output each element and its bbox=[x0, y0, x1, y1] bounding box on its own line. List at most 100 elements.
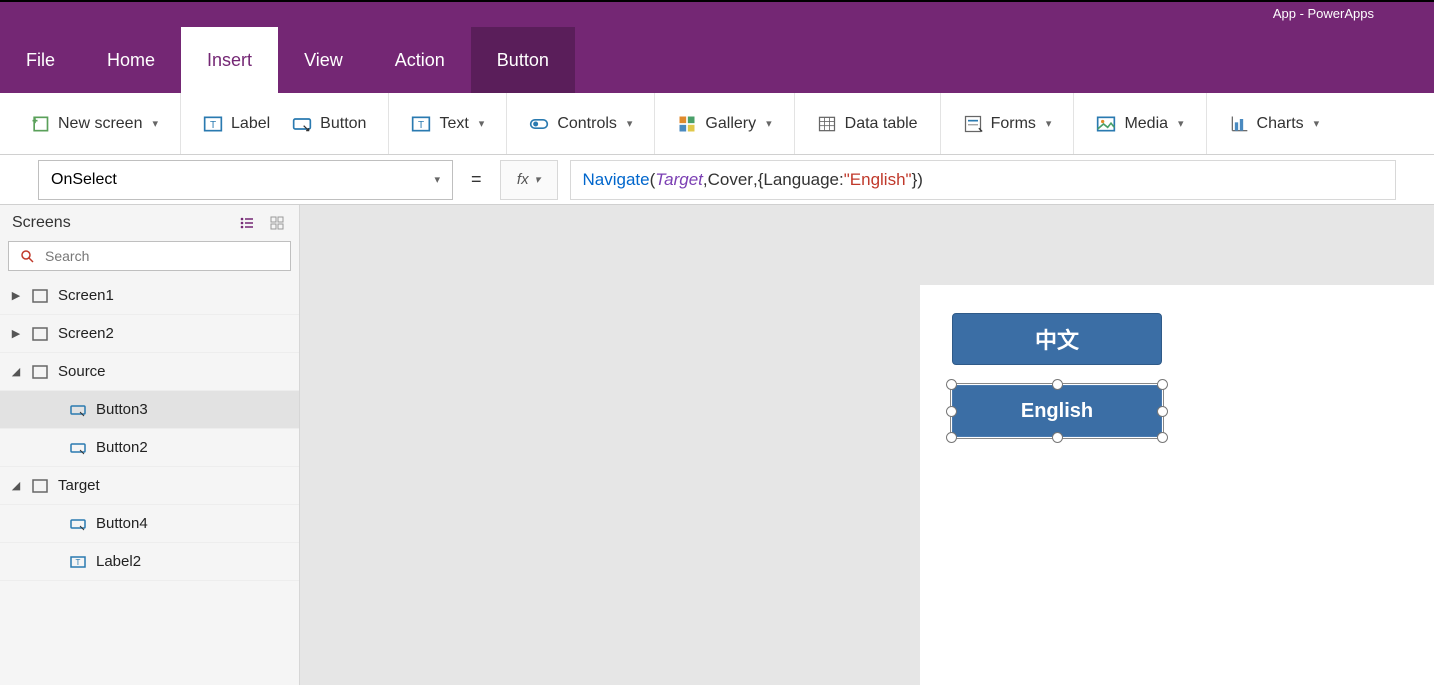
formula-input[interactable]: Navigate(Target,Cover,{Language:"English… bbox=[570, 160, 1396, 200]
canvas-button-chinese[interactable]: 中文 bbox=[952, 313, 1162, 365]
canvas[interactable]: 中文 English bbox=[300, 205, 1434, 685]
search-placeholder: Search bbox=[45, 248, 89, 264]
tab-action[interactable]: Action bbox=[369, 27, 471, 93]
new-screen-label: New screen bbox=[58, 115, 142, 133]
controls-dropdown[interactable]: Controls ▾ bbox=[523, 110, 638, 138]
window-title: App - PowerApps bbox=[1273, 6, 1374, 21]
formula-token-function: Navigate bbox=[583, 170, 650, 190]
chevron-down-icon: ▾ bbox=[1314, 117, 1320, 130]
media-label: Media bbox=[1124, 115, 1168, 133]
label-button[interactable]: T Label bbox=[197, 110, 276, 138]
media-dropdown[interactable]: Media ▾ bbox=[1090, 110, 1189, 138]
button-text: English bbox=[1021, 400, 1093, 423]
formula-token-identifier: Target bbox=[655, 170, 703, 190]
text-icon: T bbox=[411, 114, 431, 134]
forms-icon bbox=[963, 114, 983, 134]
forms-dropdown[interactable]: Forms ▾ bbox=[957, 110, 1058, 138]
formula-bar: OnSelect ▾ = fx ▾ Navigate(Target,Cover,… bbox=[0, 155, 1434, 205]
tree-item-screen2[interactable]: ▶ Screen2 bbox=[0, 315, 299, 353]
tree-label: Label2 bbox=[96, 553, 141, 570]
menu-bar: File Home Insert View Action Button bbox=[0, 27, 1434, 93]
tree-item-source[interactable]: ◢ Source bbox=[0, 353, 299, 391]
button-text: 中文 bbox=[1035, 323, 1079, 355]
annotation-underline bbox=[581, 195, 1041, 201]
chevron-down-icon: ▾ bbox=[479, 117, 485, 130]
media-icon bbox=[1096, 114, 1116, 134]
charts-dropdown[interactable]: Charts ▾ bbox=[1223, 110, 1326, 138]
gallery-icon bbox=[677, 114, 697, 134]
tree-label: Button2 bbox=[96, 439, 148, 456]
charts-label: Charts bbox=[1257, 115, 1304, 133]
svg-text:T: T bbox=[76, 558, 81, 567]
tree-label: Button3 bbox=[96, 401, 148, 418]
label-label: Label bbox=[231, 115, 270, 133]
screen-icon bbox=[30, 362, 50, 382]
tab-home[interactable]: Home bbox=[81, 27, 181, 93]
collapse-icon[interactable]: ◢ bbox=[10, 479, 22, 492]
button-icon bbox=[292, 114, 312, 134]
screens-header: Screens bbox=[0, 205, 299, 241]
gallery-dropdown[interactable]: Gallery ▾ bbox=[671, 110, 777, 138]
chevron-down-icon: ▾ bbox=[627, 117, 633, 130]
search-input[interactable]: Search bbox=[8, 241, 291, 271]
screen-icon bbox=[30, 286, 50, 306]
button-node-icon bbox=[68, 438, 88, 458]
fx-label: fx bbox=[517, 171, 529, 188]
tab-button-context[interactable]: Button bbox=[471, 27, 575, 93]
data-table-label: Data table bbox=[845, 115, 918, 133]
tree-item-button2[interactable]: Button2 bbox=[0, 429, 299, 467]
artboard-source[interactable]: 中文 English bbox=[920, 285, 1434, 685]
button-node-icon bbox=[68, 514, 88, 534]
tree-label: Screen1 bbox=[58, 287, 114, 304]
canvas-button-english[interactable]: English bbox=[952, 385, 1162, 437]
new-screen-icon bbox=[30, 114, 50, 134]
ribbon-toolbar: New screen ▾ T Label Button T Text ▾ bbox=[0, 93, 1434, 155]
controls-label: Controls bbox=[557, 115, 617, 133]
canvas-button-english-selected[interactable]: English bbox=[952, 385, 1162, 437]
work-area: Screens Search ▶ Screen1 bbox=[0, 205, 1434, 685]
equals-sign: = bbox=[465, 169, 488, 190]
tree-label: Button4 bbox=[96, 515, 148, 532]
label-node-icon: T bbox=[68, 552, 88, 572]
chevron-down-icon: ▾ bbox=[1046, 117, 1052, 130]
list-view-icon[interactable] bbox=[237, 213, 257, 233]
title-bar: App - PowerApps bbox=[0, 5, 1434, 27]
button-button[interactable]: Button bbox=[286, 110, 372, 138]
text-dropdown[interactable]: T Text ▾ bbox=[405, 110, 490, 138]
search-icon bbox=[17, 246, 37, 266]
charts-icon bbox=[1229, 114, 1249, 134]
screen-icon bbox=[30, 324, 50, 344]
data-table-button[interactable]: Data table bbox=[811, 110, 924, 138]
tree-item-button4[interactable]: Button4 bbox=[0, 505, 299, 543]
button-node-icon bbox=[68, 400, 88, 420]
tab-insert[interactable]: Insert bbox=[181, 27, 278, 93]
chevron-down-icon: ▾ bbox=[535, 173, 541, 186]
svg-text:T: T bbox=[210, 120, 216, 131]
chevron-down-icon: ▾ bbox=[152, 117, 158, 130]
tree-item-button3[interactable]: Button3 bbox=[0, 391, 299, 429]
grid-view-icon[interactable] bbox=[267, 213, 287, 233]
screen-icon bbox=[30, 476, 50, 496]
tree-item-screen1[interactable]: ▶ Screen1 bbox=[0, 277, 299, 315]
screens-title: Screens bbox=[12, 214, 71, 232]
expand-icon[interactable]: ▶ bbox=[10, 327, 22, 340]
expand-icon[interactable]: ▶ bbox=[10, 289, 22, 302]
gallery-label: Gallery bbox=[705, 115, 756, 133]
label-icon: T bbox=[203, 114, 223, 134]
tree-item-label2[interactable]: T Label2 bbox=[0, 543, 299, 581]
toggle-icon bbox=[529, 114, 549, 134]
new-screen-button[interactable]: New screen ▾ bbox=[24, 110, 164, 138]
property-value: OnSelect bbox=[51, 171, 117, 189]
tab-view[interactable]: View bbox=[278, 27, 369, 93]
formula-token-string: "English" bbox=[844, 170, 912, 190]
fx-button[interactable]: fx ▾ bbox=[500, 160, 558, 200]
chevron-down-icon: ▾ bbox=[1178, 117, 1184, 130]
button-label: Button bbox=[320, 115, 366, 133]
text-label: Text bbox=[439, 115, 468, 133]
chevron-down-icon: ▾ bbox=[766, 117, 772, 130]
tree-item-target[interactable]: ◢ Target bbox=[0, 467, 299, 505]
collapse-icon[interactable]: ◢ bbox=[10, 365, 22, 378]
screens-tree: ▶ Screen1 ▶ Screen2 ◢ Source Button3 bbox=[0, 277, 299, 685]
tab-file[interactable]: File bbox=[0, 27, 81, 93]
property-selector[interactable]: OnSelect ▾ bbox=[38, 160, 453, 200]
